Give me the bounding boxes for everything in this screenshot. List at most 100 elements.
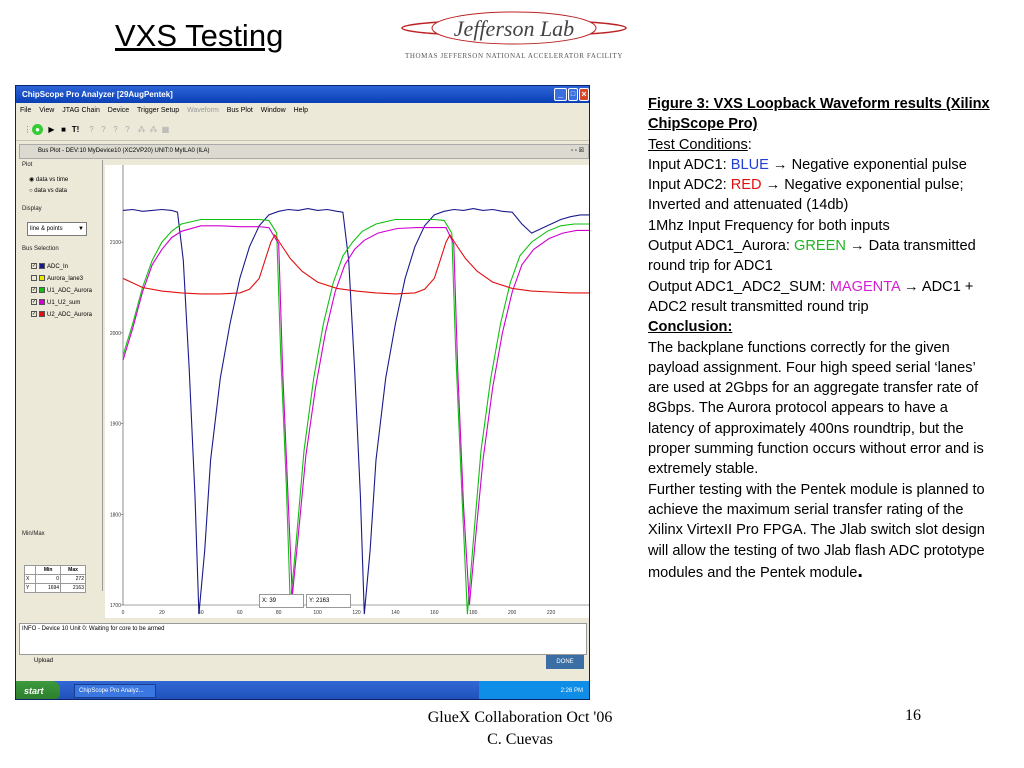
menu-waveform[interactable]: Waveform xyxy=(187,107,219,114)
radio-data-vs-time[interactable]: ◉ data vs time xyxy=(29,176,68,183)
bus-plot-title: Bus Plot - DEV:10 MyDevice10 (XC2VP20) U… xyxy=(19,144,589,159)
menu-view[interactable]: View xyxy=(39,107,54,114)
x-tick-label: 200 xyxy=(508,610,517,616)
bus-item-adc-in[interactable]: ✓ ADC_In xyxy=(31,262,68,272)
svg-text:Jefferson Lab: Jefferson Lab xyxy=(454,16,574,41)
series-line-u2-adc-aurora xyxy=(122,233,589,295)
footer-line1: GlueX Collaboration Oct '06 xyxy=(427,709,613,726)
query-icon-3[interactable]: ? xyxy=(110,124,121,135)
slide: VXS Testing Jefferson Lab Thomas Jeffers… xyxy=(0,0,1024,768)
checkbox: ✓ xyxy=(31,287,37,294)
y-tick-label: 1700 xyxy=(110,603,121,609)
grid-icon[interactable]: ▦ xyxy=(160,124,171,135)
query-icon-2[interactable]: ? xyxy=(98,124,109,135)
bus-item-u1-adc-aurora[interactable]: ✓ U1_ADC_Aurora xyxy=(31,286,92,296)
display-group-label: Display xyxy=(22,206,42,212)
play-icon[interactable]: ▶ xyxy=(46,124,57,135)
y-tick-label: 2000 xyxy=(110,331,121,337)
page-number: 16 xyxy=(905,707,921,724)
input-adc2: Input ADC2: RED → Negative exponential p… xyxy=(648,177,964,214)
mm-col-blank xyxy=(23,565,37,575)
display-select[interactable]: line & points ▼ xyxy=(27,222,87,236)
table-row: Y 1694 2163 xyxy=(23,583,86,593)
input-adc1: Input ADC1: BLUE → Negative exponential … xyxy=(648,156,967,173)
stop-icon[interactable]: ■ xyxy=(58,124,69,135)
menu-help[interactable]: Help xyxy=(294,107,308,114)
conclusion-text: The backplane functions correctly for th… xyxy=(648,339,984,478)
bus-selection-label: Bus Selection xyxy=(22,246,59,252)
output-adc1-adc2-sum: Output ADC1_ADC2_SUM: MAGENTA → ADC1 + A… xyxy=(648,278,974,315)
bus-item-u1-u2-sum[interactable]: ✓ U1_U2_sum xyxy=(31,298,80,308)
figure-caption: Figure 3: VXS Loopback Waveform results … xyxy=(648,96,990,133)
zoom-icon-2[interactable]: ⁂ xyxy=(148,124,159,135)
test-conditions-heading: Test Conditions: xyxy=(648,136,752,153)
done-status: DONE xyxy=(546,655,584,669)
window-title: ChipScope Pro Analyzer [29AugPentek] xyxy=(22,90,173,99)
bus-plot-chart[interactable]: 170018001900200021000 20 40 60 80 100 120 140 16… xyxy=(105,165,590,618)
info-message: INFO - Device 10 Unit 0: Waiting for cor… xyxy=(22,626,165,632)
minimize-button[interactable]: _ xyxy=(554,88,567,101)
mm-col-max: Max xyxy=(60,565,86,575)
chipscope-window: ChipScope Pro Analyzer [29AugPentek] _ □… xyxy=(15,85,590,700)
window-titlebar: ChipScope Pro Analyzer [29AugPentek] _ □… xyxy=(16,86,589,103)
bus-item-u2-adc-aurora[interactable]: ✓ U2_ADC_Aurora xyxy=(31,310,92,320)
taskbar: start ChipScope Pro Analyz... 2:26 PM xyxy=(16,681,589,699)
upload-label: Upload xyxy=(34,658,54,664)
chevron-down-icon: ▼ xyxy=(78,226,84,232)
close-button[interactable]: × xyxy=(579,88,589,101)
menu-file[interactable]: File xyxy=(20,107,31,114)
clock: 2:26 PM xyxy=(560,688,583,694)
menu-bus-plot[interactable]: Bus Plot xyxy=(227,107,253,114)
maximize-button[interactable]: □ xyxy=(568,88,578,101)
x-tick-label: 120 xyxy=(352,610,361,616)
trigger-now-icon[interactable]: T! xyxy=(70,124,81,135)
menu-trigger-setup[interactable]: Trigger Setup xyxy=(137,107,179,114)
x-tick-label: 220 xyxy=(547,610,556,616)
menu-jtag-chain[interactable]: JTAG Chain xyxy=(62,107,100,114)
table-row: X 0 272 xyxy=(23,574,86,584)
slide-title: VXS Testing xyxy=(115,18,284,53)
y-tick-label: 2100 xyxy=(110,240,121,246)
x-tick-label: 80 xyxy=(276,610,282,616)
mm-col-min: Min xyxy=(35,565,62,575)
bus-item-aurora-lane3[interactable]: Aurora_lane3 xyxy=(31,274,83,284)
taskbar-item-chipscope[interactable]: ChipScope Pro Analyz... xyxy=(74,684,156,698)
plot-group-label: Plot xyxy=(22,162,33,168)
x-tick-label: 180 xyxy=(469,610,478,616)
checkbox xyxy=(31,275,37,282)
checkbox: ✓ xyxy=(31,263,37,270)
x-tick-label: 20 xyxy=(159,610,165,616)
x-tick-label: 160 xyxy=(430,610,439,616)
x-tick-label: 0 xyxy=(122,610,125,616)
toolbar: ⋮ ● ▶ ■ T! ? ? ? ? ⁂ ⁂ ▦ xyxy=(16,119,589,141)
query-icon-4[interactable]: ? xyxy=(122,124,133,135)
y-readout: Y: 2163 xyxy=(306,594,351,608)
checkbox: ✓ xyxy=(31,299,37,306)
input-frequency: 1Mhz Input Frequency for both inputs xyxy=(648,217,890,234)
run-icon[interactable]: ● xyxy=(32,124,43,135)
output-adc1-aurora: Output ADC1_Aurora: GREEN → Data transmi… xyxy=(648,238,976,275)
menu-window[interactable]: Window xyxy=(261,107,286,114)
x-tick-label: 60 xyxy=(237,610,243,616)
start-button[interactable]: start xyxy=(16,681,60,699)
x-tick-label: 100 xyxy=(313,610,322,616)
minmax-group-label: Min/Max xyxy=(22,531,45,537)
radio-data-vs-data[interactable]: ○ data vs data xyxy=(29,188,67,194)
bus-plot-side-panel: Plot ◉ data vs time ○ data vs data Displ… xyxy=(19,160,103,591)
minmax-table: Min Max X 0 272 Y 1694 2163 xyxy=(23,565,86,593)
footer-line2: C. Cuevas xyxy=(487,731,553,748)
logo-subtitle: Thomas Jefferson National Accelerator Fa… xyxy=(404,52,624,60)
window-controls-icon[interactable]: ▫ ▫ ☒ xyxy=(571,145,584,158)
info-console: INFO - Device 10 Unit 0: Waiting for cor… xyxy=(19,623,587,655)
further-testing-text: Further testing with the Pentek module i… xyxy=(648,481,985,582)
checkbox: ✓ xyxy=(31,311,37,318)
y-tick-label: 1800 xyxy=(110,512,121,518)
menu-bar: File View JTAG Chain Device Trigger Setu… xyxy=(16,103,589,118)
zoom-icon[interactable]: ⁂ xyxy=(136,124,147,135)
slide-notes: Figure 3: VXS Loopback Waveform results … xyxy=(648,94,998,583)
query-icon[interactable]: ? xyxy=(86,124,97,135)
conclusion-heading: Conclusion: xyxy=(648,319,733,336)
x-tick-label: 140 xyxy=(391,610,400,616)
x-readout: X: 39 xyxy=(259,594,304,608)
menu-device[interactable]: Device xyxy=(108,107,129,114)
